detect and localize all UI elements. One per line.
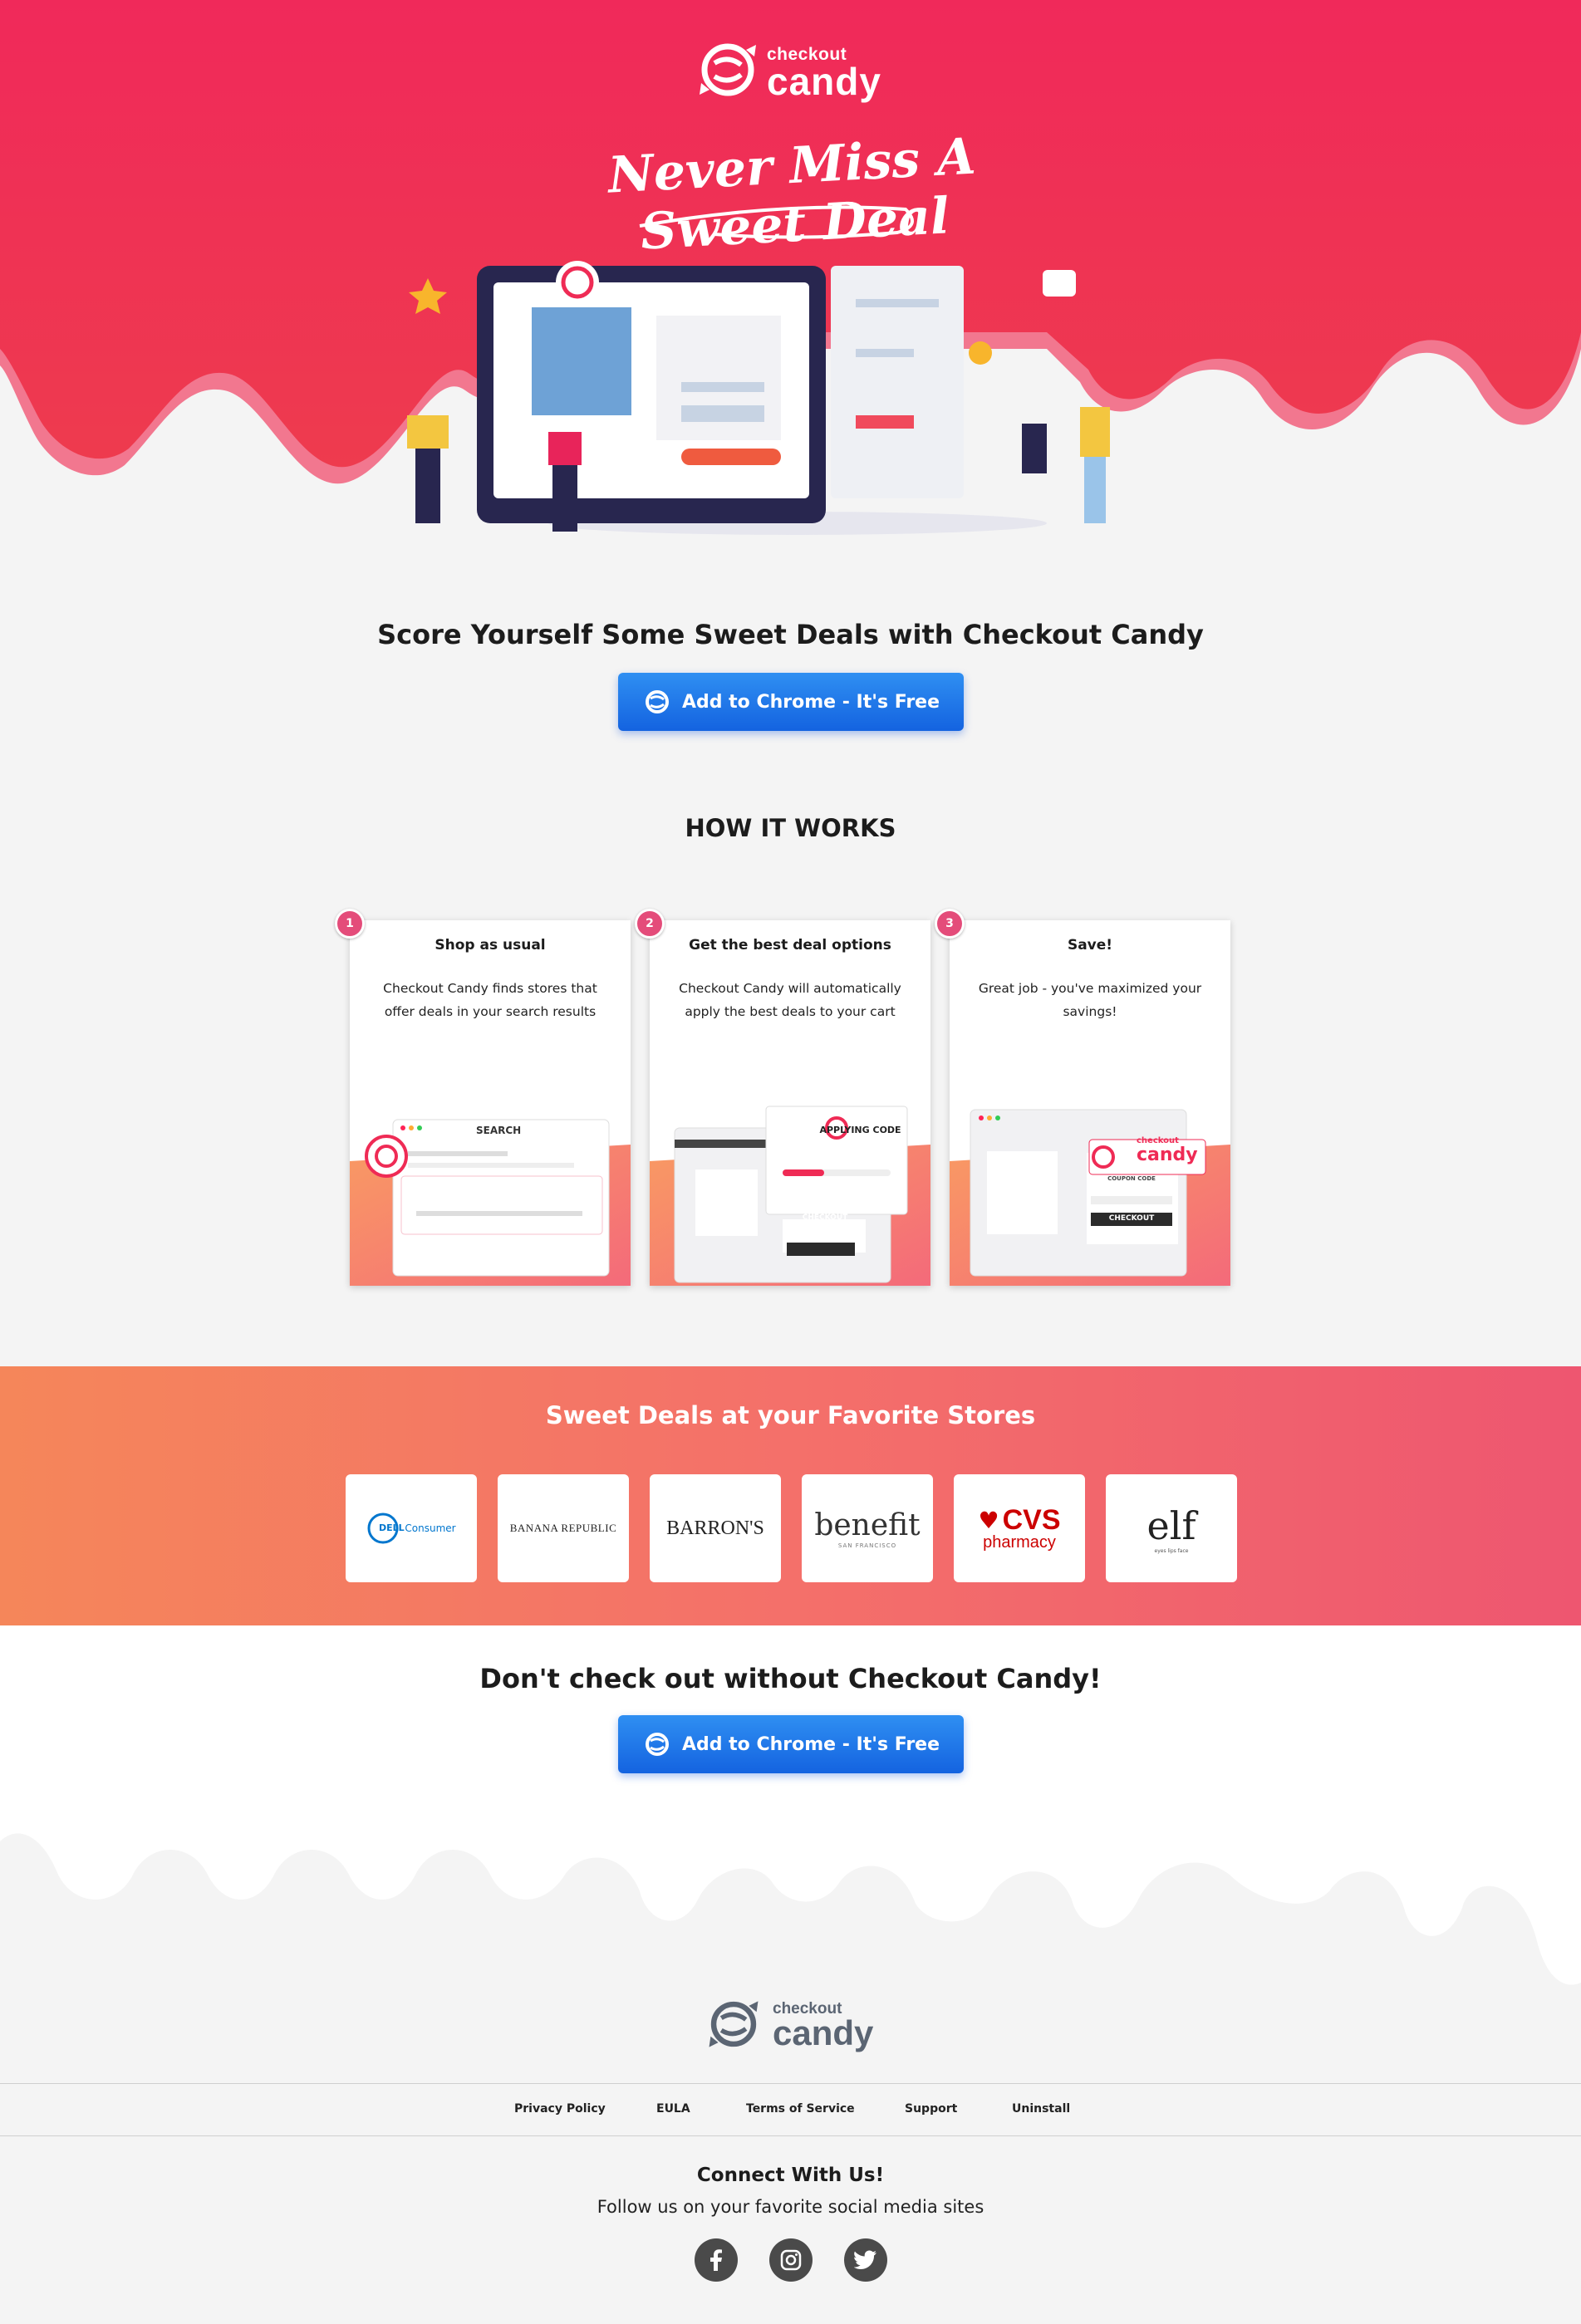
step-description: Checkout Candy finds stores that offer d… [383, 981, 597, 1019]
support-link[interactable]: Support [905, 2102, 957, 2116]
dell-sub: Consumer [405, 1522, 456, 1534]
store-logo-cvs[interactable]: ♥ CVS pharmacy [954, 1474, 1085, 1582]
footer-brand-logo[interactable]: checkout candy [705, 1995, 887, 2053]
heart-icon: ♥ [978, 1506, 999, 1534]
terms-of-service-link[interactable]: Terms of Service [746, 2102, 855, 2116]
stores-title: Sweet Deals at your Favorite Stores [545, 1401, 1036, 1429]
search-label: SEARCH [476, 1125, 522, 1136]
step-title: Shop as usual [435, 937, 546, 954]
connect-title: Connect With Us! [696, 2165, 885, 2186]
applying-code-label: APPLYING CODE [819, 1125, 901, 1135]
step-number-badge: 1 [335, 909, 365, 939]
add-to-chrome-label: Add to Chrome - It's Free [681, 691, 940, 713]
twitter-icon [854, 2250, 876, 2269]
store-logo-benefit[interactable]: benefit SAN FRANCISCO [802, 1474, 933, 1582]
hero-illustration [407, 261, 1110, 535]
barrons-wordmark: BARRON'S [666, 1517, 764, 1539]
instagram-link[interactable] [769, 2238, 813, 2282]
step-illustration [350, 1119, 631, 1286]
mini-brand-big: candy [1137, 1145, 1198, 1165]
instagram-icon [780, 2249, 802, 2271]
store-logo-elf[interactable]: elf eyes lips face [1106, 1474, 1237, 1582]
eula-link[interactable]: EULA [656, 2102, 690, 2116]
facebook-link[interactable] [695, 2238, 738, 2282]
cvs-wordmark: CVS [1002, 1504, 1061, 1536]
step-card-3: Save! Great job - you've maximized your … [950, 920, 1230, 1286]
cvs-sub: pharmacy [983, 1533, 1056, 1552]
footer-links: Privacy Policy EULA Terms of Service Sup… [0, 2083, 1581, 2136]
brand-logo[interactable]: checkout candy [696, 37, 887, 103]
step-description: Great job - you've maximized your saving… [978, 981, 1202, 1019]
store-logo-dell[interactable]: DELL Consumer [346, 1474, 477, 1582]
footer-brand-big: candy [773, 2013, 874, 2052]
checkout-mini-button: CHECKOUT [1108, 1214, 1155, 1223]
benefit-sub: SAN FRANCISCO [837, 1542, 897, 1549]
step-title: Get the best deal options [689, 937, 891, 954]
twitter-link[interactable] [844, 2238, 887, 2282]
candy-logo-icon [709, 2001, 759, 2047]
add-to-chrome-label: Add to Chrome - It's Free [681, 1733, 940, 1755]
elf-sub: eyes lips face [1154, 1547, 1189, 1554]
hero-headline: Score Yourself Some Sweet Deals with Che… [377, 619, 1204, 650]
add-to-chrome-button-bottom[interactable]: Add to Chrome - It's Free [618, 1715, 964, 1773]
brand-big-text: candy [767, 60, 881, 103]
benefit-wordmark: benefit [814, 1508, 921, 1542]
candy-logo-icon [645, 1733, 669, 1756]
step-number-badge: 2 [635, 909, 665, 939]
step-card-2: Get the best deal options Checkout Candy… [650, 920, 930, 1286]
store-logo-banana-republic[interactable]: BANANA REPUBLIC [498, 1474, 629, 1582]
step-number-badge: 3 [935, 909, 965, 939]
step-description: Checkout Candy will automatically apply … [679, 981, 901, 1019]
privacy-policy-link[interactable]: Privacy Policy [514, 2102, 606, 2116]
uninstall-link[interactable]: Uninstall [1012, 2102, 1070, 2116]
how-it-works-title: HOW IT WORKS [685, 814, 896, 842]
tagline-swoosh [639, 205, 914, 239]
dell-wordmark: DELL [379, 1522, 405, 1533]
coupon-code-label: COUPON CODE [1107, 1175, 1156, 1182]
step-illustration [950, 1109, 1230, 1286]
stores-section: Sweet Deals at your Favorite Stores DELL… [0, 1366, 1581, 1625]
checkout-mini-button: CHECKOUT [802, 1213, 848, 1222]
facebook-icon [710, 2249, 722, 2271]
banana-republic-wordmark: BANANA REPUBLIC [509, 1522, 617, 1534]
candy-logo-icon [645, 690, 669, 713]
candy-logo-icon [700, 43, 756, 96]
step-illustration [650, 1106, 930, 1286]
connect-subtitle: Follow us on your favorite social media … [597, 2197, 984, 2217]
bottom-headline: Don't check out without Checkout Candy! [479, 1663, 1102, 1694]
add-to-chrome-button[interactable]: Add to Chrome - It's Free [618, 673, 964, 731]
step-card-1: Shop as usual Checkout Candy finds store… [350, 920, 631, 1286]
hero-banner: checkout candy Never Miss A Sweet Deal [0, 0, 1581, 581]
step-title: Save! [1067, 937, 1113, 954]
elf-wordmark: elf [1146, 1503, 1196, 1548]
store-logo-barrons[interactable]: BARRON'S [650, 1474, 781, 1582]
